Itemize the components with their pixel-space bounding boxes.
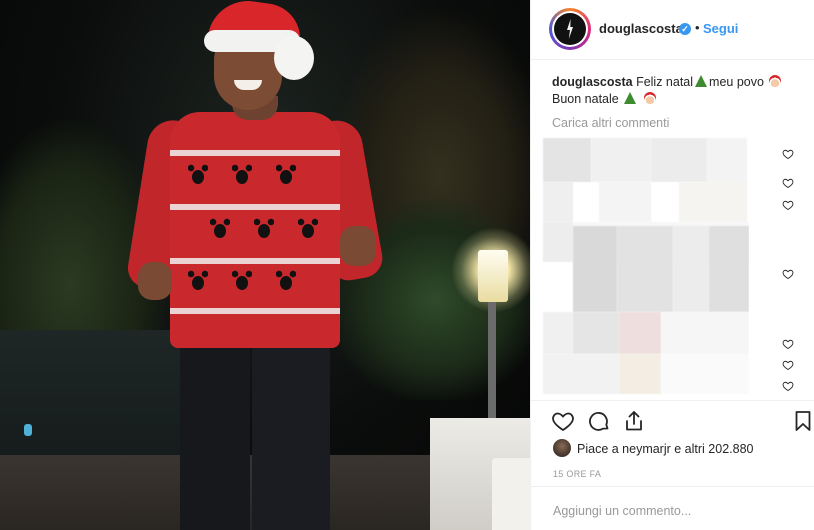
comment-like-heart-icon[interactable] bbox=[782, 199, 794, 211]
comment-like-heart-icon[interactable] bbox=[782, 268, 794, 280]
caption-text: Feliz natal bbox=[636, 75, 694, 89]
bolt-logo-icon bbox=[554, 13, 586, 45]
comment-like-heart-icon[interactable] bbox=[782, 359, 794, 371]
person-leg bbox=[180, 338, 250, 530]
verified-badge-icon: ✓ bbox=[679, 23, 691, 35]
username-link[interactable]: douglascosta bbox=[599, 21, 683, 36]
post-header: douglascosta ✓ • Segui bbox=[531, 0, 814, 60]
liker-avatar bbox=[553, 439, 571, 457]
add-comment-field[interactable]: Aggiungi un commento... bbox=[531, 486, 814, 530]
christmas-tree-icon bbox=[695, 75, 708, 87]
garden-light bbox=[24, 424, 32, 436]
caption-text: Buon natale bbox=[552, 92, 619, 106]
caption-username[interactable]: douglascosta bbox=[552, 75, 633, 89]
post-actions-bar bbox=[531, 400, 814, 440]
load-more-comments-link[interactable]: Carica altri commenti bbox=[552, 116, 669, 130]
caption-text: meu povo bbox=[709, 75, 764, 89]
post-photo[interactable] bbox=[0, 0, 530, 530]
comment-icon[interactable] bbox=[587, 409, 611, 433]
white-planter bbox=[492, 458, 530, 530]
santa-face-icon bbox=[643, 92, 656, 104]
person-hand bbox=[138, 262, 172, 300]
avatar bbox=[552, 11, 588, 47]
post-timestamp[interactable]: 15 ORE FA bbox=[553, 469, 601, 479]
add-comment-placeholder[interactable]: Aggiungi un commento... bbox=[553, 504, 691, 518]
likes-text[interactable]: Piace a neymarjr e altri 202.880 bbox=[577, 442, 753, 456]
christmas-sweater bbox=[170, 112, 340, 348]
lamp-head bbox=[478, 250, 508, 302]
post-caption: douglascosta Feliz natal meu povo Buon na… bbox=[552, 74, 802, 108]
comment-like-heart-icon[interactable] bbox=[782, 380, 794, 392]
separator-dot: • bbox=[695, 20, 700, 35]
person-hand bbox=[340, 226, 376, 266]
blurred-comments bbox=[539, 134, 749, 396]
follow-button[interactable]: Segui bbox=[703, 21, 738, 36]
comment-like-heart-icon[interactable] bbox=[782, 177, 794, 189]
comment-like-heart-icon[interactable] bbox=[782, 148, 794, 160]
christmas-tree-icon bbox=[624, 92, 637, 104]
comment-like-heart-icon[interactable] bbox=[782, 338, 794, 350]
bookmark-icon[interactable] bbox=[791, 409, 814, 433]
person-leg bbox=[252, 338, 330, 530]
heart-icon[interactable] bbox=[551, 409, 575, 433]
post-sidebar: douglascosta ✓ • Segui douglascosta Feli… bbox=[530, 0, 814, 530]
background-wall bbox=[0, 330, 210, 470]
santa-hat-pompom bbox=[274, 36, 314, 80]
lamp-post bbox=[488, 292, 496, 422]
avatar-icon[interactable] bbox=[549, 8, 591, 50]
share-icon[interactable] bbox=[622, 409, 646, 433]
santa-face-icon bbox=[769, 75, 782, 87]
